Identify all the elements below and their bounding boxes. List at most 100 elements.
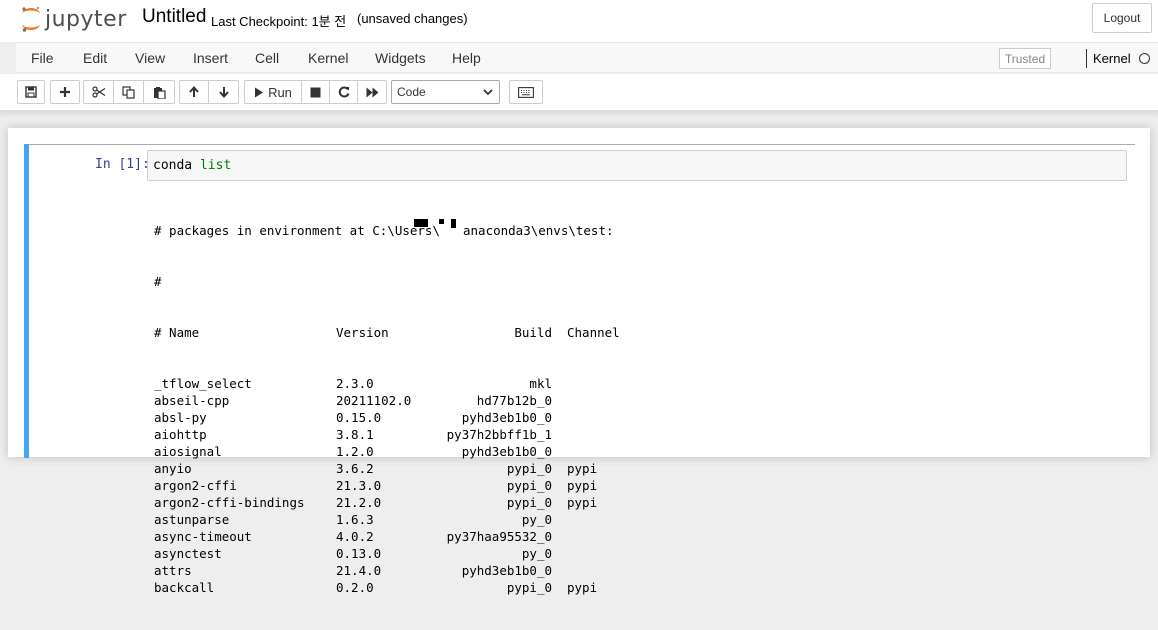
chevron-down-icon bbox=[483, 89, 493, 96]
arrow-down-icon bbox=[218, 87, 229, 98]
logout-button[interactable]: Logout bbox=[1092, 3, 1152, 33]
redacted-block bbox=[439, 219, 444, 224]
fast-forward-icon bbox=[366, 87, 378, 97]
stop-icon bbox=[310, 87, 321, 97]
run-button[interactable]: Run bbox=[245, 81, 302, 103]
move-up-button[interactable] bbox=[180, 81, 209, 103]
package-build: mkl bbox=[529, 376, 552, 391]
cut-button[interactable] bbox=[84, 81, 114, 103]
move-down-button[interactable] bbox=[209, 81, 238, 103]
interrupt-button[interactable] bbox=[302, 81, 330, 103]
save-button[interactable] bbox=[18, 81, 44, 103]
cell-output: # packages in environment at C:\Users\ a… bbox=[154, 188, 1124, 630]
trusted-indicator[interactable]: Trusted bbox=[999, 48, 1051, 69]
package-build: pyhd3eb1b0_0 bbox=[461, 444, 552, 459]
command-palette-group bbox=[509, 80, 543, 104]
table-row: argon2-cffi-bindings 21.2.0 pypi_0 pypi bbox=[154, 494, 1124, 511]
save-group bbox=[17, 80, 45, 104]
table-row: asynctest 0.13.0 py_0 bbox=[154, 545, 1124, 562]
clipboard-group bbox=[83, 80, 175, 104]
column-header-row: # Name Version Build Channel bbox=[154, 324, 1124, 341]
menubar: File Edit View Insert Cell Kernel Widget… bbox=[16, 42, 1158, 73]
insert-cell-button[interactable] bbox=[51, 81, 79, 103]
menu-view[interactable]: View bbox=[135, 50, 165, 66]
redacted-block bbox=[451, 219, 456, 228]
output-comment-line: # bbox=[154, 273, 1124, 290]
package-channel: pypi bbox=[567, 461, 598, 476]
restart-icon bbox=[338, 86, 349, 98]
table-row: abseil-cpp 20211102.0 hd77b12b_0 bbox=[154, 392, 1124, 409]
jupyter-logo[interactable]: jupyter bbox=[20, 4, 127, 34]
paste-button[interactable] bbox=[144, 81, 174, 103]
package-build: pyhd3eb1b0_0 bbox=[461, 563, 552, 578]
menu-kernel[interactable]: Kernel bbox=[308, 50, 348, 66]
cell-type-select[interactable]: Code bbox=[391, 80, 500, 104]
play-icon bbox=[255, 87, 264, 97]
package-channel: pypi bbox=[567, 478, 598, 493]
copy-icon bbox=[122, 85, 135, 99]
code-cell[interactable]: In [1]: conda list # packages in environ… bbox=[24, 144, 1135, 595]
code-argument: list bbox=[199, 158, 232, 173]
menu-help[interactable]: Help bbox=[452, 50, 481, 66]
checkpoint-status: Last Checkpoint: 1분 전 bbox=[211, 14, 347, 29]
run-group: Run bbox=[244, 80, 387, 104]
table-row: backcall 0.2.0 pypi_0 pypi bbox=[154, 579, 1124, 596]
package-list: _tflow_select 2.3.0 mkl abseil-cpp 20211102.… bbox=[154, 375, 1124, 596]
restart-button[interactable] bbox=[330, 81, 358, 103]
menu-file[interactable]: File bbox=[31, 50, 54, 66]
floppy-disk-icon bbox=[25, 86, 37, 98]
notebook-name[interactable]: Untitled bbox=[142, 6, 206, 28]
toolbar-shadow bbox=[0, 110, 1158, 118]
env-path-prefix: # packages in environment at C:\Users\ bbox=[154, 223, 440, 238]
col-channel: Channel bbox=[567, 325, 620, 340]
logo-text: jupyter bbox=[45, 6, 127, 32]
table-row: _tflow_select 2.3.0 mkl bbox=[154, 375, 1124, 392]
redacted-block bbox=[414, 219, 428, 227]
autosave-status: (unsaved changes) bbox=[357, 11, 468, 26]
comment-hash: # bbox=[154, 274, 162, 289]
table-row: absl-py 0.15.0 pyhd3eb1b0_0 bbox=[154, 409, 1124, 426]
move-group bbox=[179, 80, 239, 104]
table-row: astunparse 1.6.3 py_0 bbox=[154, 511, 1124, 528]
code-input[interactable]: conda list bbox=[147, 150, 1127, 181]
menu-insert[interactable]: Insert bbox=[193, 50, 228, 66]
restart-run-all-button[interactable] bbox=[358, 81, 386, 103]
kernel-name[interactable]: Kernel bbox=[1093, 51, 1131, 66]
menu-widgets[interactable]: Widgets bbox=[375, 50, 426, 66]
package-channel: pypi bbox=[567, 495, 598, 510]
run-label: Run bbox=[268, 84, 292, 100]
copy-button[interactable] bbox=[114, 81, 144, 103]
input-prompt: In [1]: bbox=[95, 157, 150, 172]
table-row: argon2-cffi 21.3.0 pypi_0 pypi bbox=[154, 477, 1124, 494]
kernel-idle-icon bbox=[1139, 53, 1150, 64]
package-build: py_0 bbox=[521, 512, 552, 527]
table-row: attrs 21.4.0 pyhd3eb1b0_0 bbox=[154, 562, 1124, 579]
jupyter-logo-icon bbox=[22, 6, 40, 32]
code-command: conda bbox=[153, 158, 193, 173]
package-build: pypi_0 bbox=[506, 461, 552, 476]
scissors-icon bbox=[91, 86, 105, 98]
paste-icon bbox=[153, 86, 166, 99]
menu-edit[interactable]: Edit bbox=[83, 50, 107, 66]
kernel-separator bbox=[1086, 49, 1087, 68]
menu-cell[interactable]: Cell bbox=[255, 50, 279, 66]
table-row: aiosignal 1.2.0 pyhd3eb1b0_0 bbox=[154, 443, 1124, 460]
arrow-up-icon bbox=[189, 86, 199, 97]
notebook-container: In [1]: conda list # packages in environ… bbox=[8, 128, 1150, 595]
header: jupyter Untitled Last Checkpoint: 1분 전 (… bbox=[0, 0, 1158, 42]
output-header-line: # packages in environment at C:\Users\ a… bbox=[154, 219, 1124, 239]
keyboard-icon bbox=[518, 86, 534, 98]
table-row: async-timeout 4.0.2 py37haa95532_0 bbox=[154, 528, 1124, 545]
cell-type-value: Code bbox=[397, 85, 426, 99]
table-row: aiohttp 3.8.1 py37h2bbff1b_1 bbox=[154, 426, 1124, 443]
cell-selected-bar bbox=[24, 144, 29, 458]
package-channel: pypi bbox=[567, 580, 598, 595]
env-path-suffix: anaconda3\envs\test: bbox=[463, 223, 614, 238]
command-palette-button[interactable] bbox=[510, 81, 542, 103]
package-build: pypi_0 bbox=[506, 580, 552, 595]
plus-icon bbox=[60, 87, 70, 97]
toolbar: Run Code bbox=[0, 74, 1158, 110]
package-build: py37haa95532_0 bbox=[446, 529, 552, 544]
insert-group bbox=[50, 80, 80, 104]
package-build: py_0 bbox=[521, 546, 552, 561]
